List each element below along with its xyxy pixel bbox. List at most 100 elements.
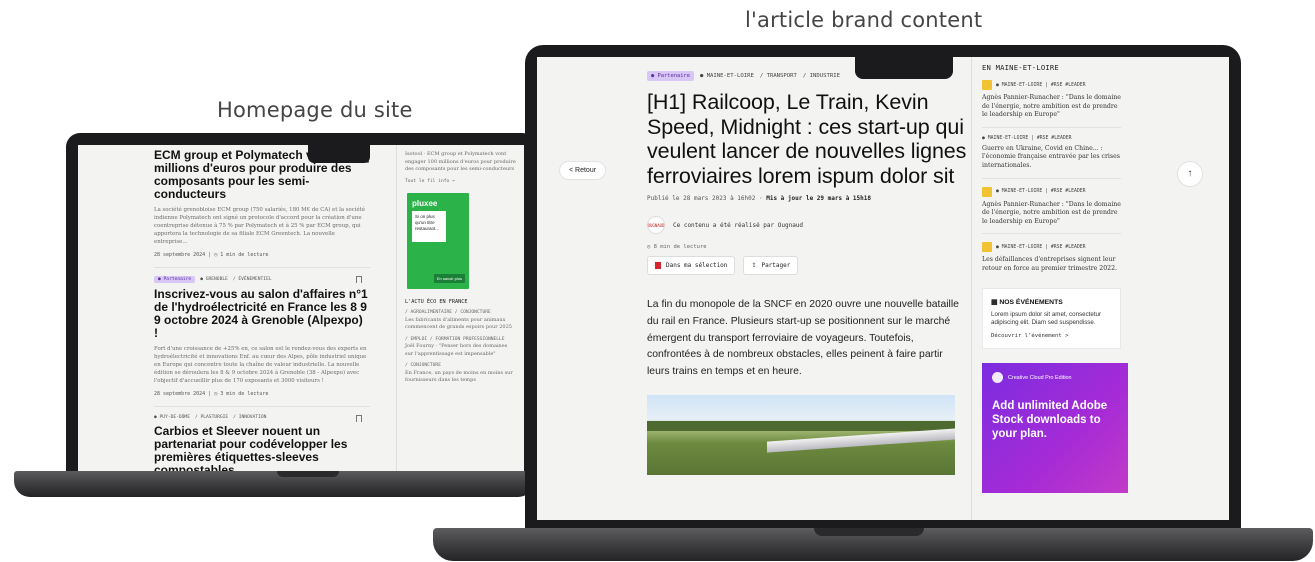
events-text: Lorem ipsum dolor sit amet, consectetur … — [991, 310, 1102, 326]
item-tags[interactable]: ● MAINE-ET-LOIRE | #RSE #LEADER — [996, 245, 1086, 250]
events-heading: ▦ NOS ÉVÉNEMENTS — [991, 298, 1112, 306]
item-text[interactable]: Les défaillances d'entreprises signent l… — [982, 256, 1121, 273]
partner-badge: ● Partenaire — [154, 276, 196, 283]
share-icon: ⇪ — [751, 263, 757, 269]
category-tag[interactable]: / INNOVATION — [233, 415, 266, 420]
sponsor-text: Ce contenu a été réalisé par Ougnaud — [673, 221, 804, 229]
article-title: [H1] Railcoop, Le Train, Kevin Speed, Mi… — [647, 90, 967, 188]
homepage-sidebar: Isotool · ECM group et Polymatech vont e… — [396, 145, 524, 471]
sidebar-item[interactable]: ● MAINE-ET-LOIRE | #RSE #LEADER Guerre e… — [982, 136, 1121, 179]
tag-row: ● PUY-DE-DÔME / PLASTURGIE / INNOVATION — [154, 415, 370, 420]
base-lip — [277, 471, 339, 477]
tag-row: ● MAINE-ET-LOIRE | #RSE #LEADER — [982, 80, 1121, 90]
item-text[interactable]: Agnès Pannier-Runacher : "Dans le domain… — [982, 94, 1121, 120]
bookmark-icon[interactable] — [356, 415, 362, 422]
ad-card: Si on plus qu'un titre restaurant... — [412, 211, 446, 242]
tag-row: ● Partenaire ● GRENOBLE / ÉVÉNEMENTIEL — [154, 276, 370, 283]
share-button[interactable]: ⇪ Partager — [743, 256, 799, 275]
article-title[interactable]: Carbios et Sleever nouent un partenariat… — [154, 425, 370, 472]
location-tag[interactable]: ● PUY-DE-DÔME — [154, 415, 190, 420]
ad-headline: Add unlimited Adobe Stock downloads to y… — [992, 400, 1108, 441]
sidebar-news-text[interactable]: Joël Fourny · "Penser hors des domaines … — [405, 343, 516, 358]
sidebar-news-text[interactable]: Les fabricants d'aliments pour animaux c… — [405, 317, 516, 332]
divider — [982, 233, 1121, 235]
selection-label: Dans ma sélection — [666, 262, 728, 269]
back-button[interactable]: < Retour — [559, 161, 607, 180]
tag-row: ● MAINE-ET-LOIRE | #RSE #LEADER — [982, 136, 1121, 141]
partner-badge: ● Partenaire — [647, 71, 694, 81]
creative-cloud-icon — [992, 372, 1003, 384]
sponsor-logo: OUGNAUD — [647, 216, 665, 234]
laptop-right-base — [433, 528, 1313, 561]
article-card[interactable]: ● PUY-DE-DÔME / PLASTURGIE / INNOVATION … — [154, 415, 370, 471]
sidebar-news-text[interactable]: En France, un pays de moins en moins sur… — [405, 370, 516, 385]
divider — [154, 267, 370, 268]
divider — [154, 406, 370, 407]
location-tag[interactable]: ● MAINE-ET-LOIRE — [700, 73, 754, 79]
sidebar-item[interactable]: ● MAINE-ET-LOIRE | #RSE #LEADER Agnès Pa… — [982, 186, 1121, 235]
adobe-ad[interactable]: Creative Cloud Pro Edition Add unlimited… — [982, 363, 1128, 494]
article-excerpt: La société grenobloise ECM group (750 sa… — [154, 207, 366, 245]
item-tags[interactable]: ● MAINE-ET-LOIRE | #RSE #LEADER — [982, 136, 1072, 141]
caption-article: l'article brand content — [745, 8, 983, 32]
laptop-right: < Retour ↑ ● Partenaire ● MAINE-ET-LOIRE… — [525, 45, 1241, 533]
base-lip — [814, 528, 924, 536]
category-tag[interactable]: / INDUSTRIE — [803, 73, 840, 79]
homepage-screen: ECM group et Polymatech vont ████ millio… — [78, 145, 524, 471]
bookmark-icon[interactable] — [356, 276, 362, 283]
location-tag[interactable]: ● GRENOBLE — [200, 277, 228, 282]
ad-cta-button[interactable]: En savoir plus — [433, 274, 465, 283]
published-date: Publié le 28 mars 2023 à 16h02 · — [647, 195, 763, 202]
item-text[interactable]: Agnès Pannier-Runacher : "Dans le domain… — [982, 201, 1121, 227]
sponsor-row: OUGNAUD Ce contenu a été réalisé par Oug… — [647, 216, 967, 234]
thumbnail — [982, 80, 992, 90]
divider — [982, 177, 1121, 179]
article-title[interactable]: Inscrivez-vous au salon d'affaires n°1 d… — [154, 288, 370, 340]
add-to-selection-button[interactable]: Dans ma sélection — [647, 256, 736, 275]
laptop-left-base — [14, 471, 534, 497]
article-actions: Dans ma sélection ⇪ Partager — [647, 256, 967, 275]
category-tag[interactable]: / PLASTURGIE — [195, 415, 228, 420]
article-sidebar: EN MAINE-ET-LOIRE ● MAINE-ET-LOIRE | #RS… — [971, 57, 1131, 520]
laptop-left: ECM group et Polymatech vont ████ millio… — [66, 133, 536, 478]
tag-row: ● MAINE-ET-LOIRE | #RSE #LEADER — [982, 186, 1121, 197]
events-card: ▦ NOS ÉVÉNEMENTS Lorem ipsum dolor sit a… — [982, 287, 1121, 350]
article-lead: La fin du monopole de la SNCF en 2020 ou… — [647, 299, 959, 378]
item-text[interactable]: Guerre en Ukraine, Covid en Chine... : l… — [982, 145, 1121, 171]
article-hero-image — [647, 394, 955, 475]
sidebar-item[interactable]: ● MAINE-ET-LOIRE | #RSE #LEADER Les défa… — [982, 242, 1121, 273]
events-heading-text: NOS ÉVÉNEMENTS — [999, 298, 1063, 306]
read-time: ◷ 8 min de lecture — [647, 244, 707, 250]
category-tag[interactable]: / ÉVÉNEMENTIEL — [233, 277, 272, 282]
article-date: Publié le 28 mars 2023 à 16h02 · Mis à j… — [647, 195, 967, 202]
camera-notch — [308, 145, 370, 163]
updated-date: Mis à jour le 29 mars à 15h18 — [766, 195, 871, 202]
thumbnail — [982, 242, 992, 253]
item-tags[interactable]: ● MAINE-ET-LOIRE | #RSE #LEADER — [996, 189, 1086, 194]
share-label: Partager — [761, 262, 791, 269]
image-treeline — [647, 420, 955, 431]
sidebar-news-text[interactable]: Isotool · ECM group et Polymatech vont e… — [405, 151, 516, 174]
article-meta: 28 septembre 2024 | ◷ 3 min de lecture — [154, 391, 269, 397]
thumbnail — [982, 186, 992, 197]
homepage-feed: ECM group et Polymatech vont ████ millio… — [78, 145, 378, 471]
article-meta: 28 septembre 2024 | ◷ 1 min de lecture — [154, 252, 269, 258]
bookmark-icon — [655, 262, 661, 269]
category-tag[interactable]: / TRANSPORT — [760, 73, 797, 79]
events-link[interactable]: Découvrir l'événement > — [991, 333, 1112, 339]
divider — [982, 126, 1121, 128]
sidebar-item[interactable]: ● MAINE-ET-LOIRE | #RSE #LEADER Agnès Pa… — [982, 80, 1121, 128]
pluxee-ad[interactable]: pluxee Si on plus qu'un titre restaurant… — [407, 193, 469, 289]
camera-notch — [855, 57, 953, 79]
pluxee-logo: pluxee — [412, 199, 438, 208]
scroll-top-button[interactable]: ↑ — [1177, 161, 1203, 187]
ad-eyebrow-text: Creative Cloud Pro Edition — [1008, 374, 1072, 381]
image-train — [767, 428, 955, 453]
tag-row: ● MAINE-ET-LOIRE | #RSE #LEADER — [982, 242, 1121, 253]
caption-homepage: Homepage du site — [217, 98, 413, 122]
item-tags[interactable]: ● MAINE-ET-LOIRE | #RSE #LEADER — [996, 83, 1086, 88]
article-excerpt: Fort d'une croissance de +25% en, ce sal… — [154, 346, 367, 384]
article-card[interactable]: ● Partenaire ● GRENOBLE / ÉVÉNEMENTIEL I… — [154, 276, 370, 397]
read-more-link[interactable]: Tout le fil info → — [405, 179, 516, 186]
article-body: ● Partenaire ● MAINE-ET-LOIRE / TRANSPOR… — [647, 71, 967, 475]
